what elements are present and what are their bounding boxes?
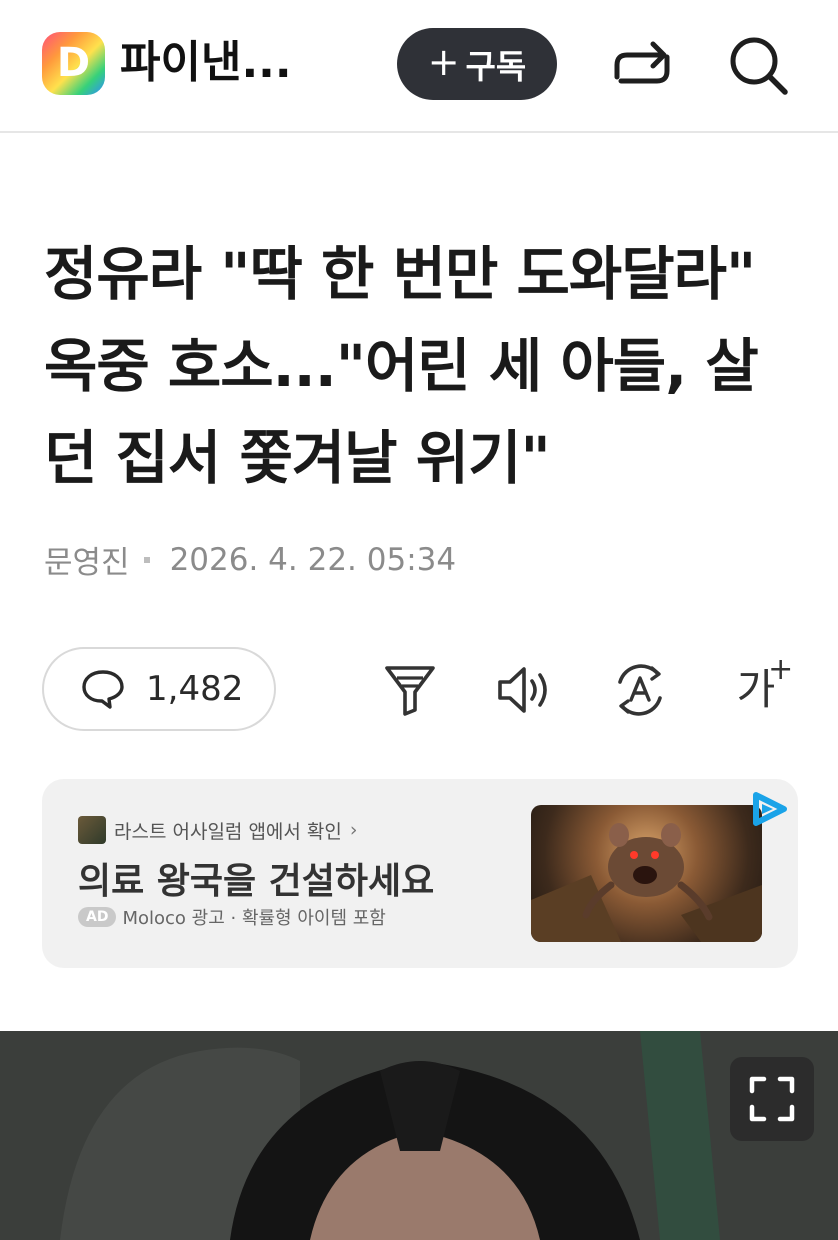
ad-image (531, 805, 762, 942)
search-button[interactable] (723, 30, 795, 102)
font-size-icon: 가 + (737, 655, 794, 711)
expand-photo-button[interactable] (730, 1057, 814, 1141)
translate-button[interactable] (608, 658, 672, 722)
meta-separator (143, 556, 150, 563)
channel-name[interactable]: 파이낸... (120, 38, 292, 88)
subscribe-button[interactable]: + 구독 (397, 28, 557, 100)
top-header: D 파이낸... + 구독 (0, 0, 838, 133)
ad-badge: AD (78, 907, 117, 927)
author-name[interactable]: 문영진 (44, 537, 130, 582)
article-meta: 문영진 2026. 4. 22. 05:34 (44, 537, 456, 582)
comment-button[interactable]: 1,482 (42, 647, 276, 731)
share-icon (614, 41, 670, 84)
comment-icon (82, 670, 124, 709)
ad-source-text: 라스트 어사일럼 앱에서 확인 (114, 820, 342, 843)
publish-date: 2026. 4. 22. 05:34 (169, 541, 457, 578)
adchoices-icon[interactable] (746, 789, 792, 829)
share-button[interactable] (605, 33, 679, 99)
summary-filter-icon (385, 666, 435, 716)
photo-image (0, 1031, 838, 1240)
daum-logo[interactable]: D (42, 32, 105, 95)
audio-button[interactable] (493, 658, 557, 722)
comment-count: 1,482 (146, 669, 244, 709)
ad-footer: AD Moloco 광고 · 확률형 아이템 포함 (78, 904, 386, 930)
ad-headline: 의료 왕국을 건설하세요 (78, 861, 435, 902)
font-size-button[interactable]: 가 + (724, 655, 794, 722)
search-icon (730, 37, 788, 95)
subscribe-label: 구독 (465, 47, 527, 86)
article-photo[interactable] (0, 1031, 838, 1240)
audio-icon (498, 667, 547, 713)
ad-source[interactable]: 라스트 어사일럼 앱에서 확인 › (78, 816, 358, 844)
article-title: 정유라 "딱 한 번만 도와달라" 옥중 호소..."어린 세 아들, 살던 집… (44, 240, 759, 492)
summary-button[interactable] (378, 658, 442, 722)
translate-icon (618, 664, 662, 716)
chevron-right-icon: › (349, 819, 358, 841)
rat-illustration (531, 823, 762, 942)
plus-icon: + (427, 40, 460, 84)
ad-banner[interactable]: 라스트 어사일럼 앱에서 확인 › 의료 왕국을 건설하세요 AD Moloco… (42, 779, 798, 968)
expand-icon (749, 1076, 795, 1122)
font-size-plus: + (768, 652, 794, 687)
app-icon (78, 816, 106, 844)
logo-letter: D (56, 40, 91, 86)
ad-footer-text: Moloco 광고 · 확률형 아이템 포함 (122, 908, 386, 929)
